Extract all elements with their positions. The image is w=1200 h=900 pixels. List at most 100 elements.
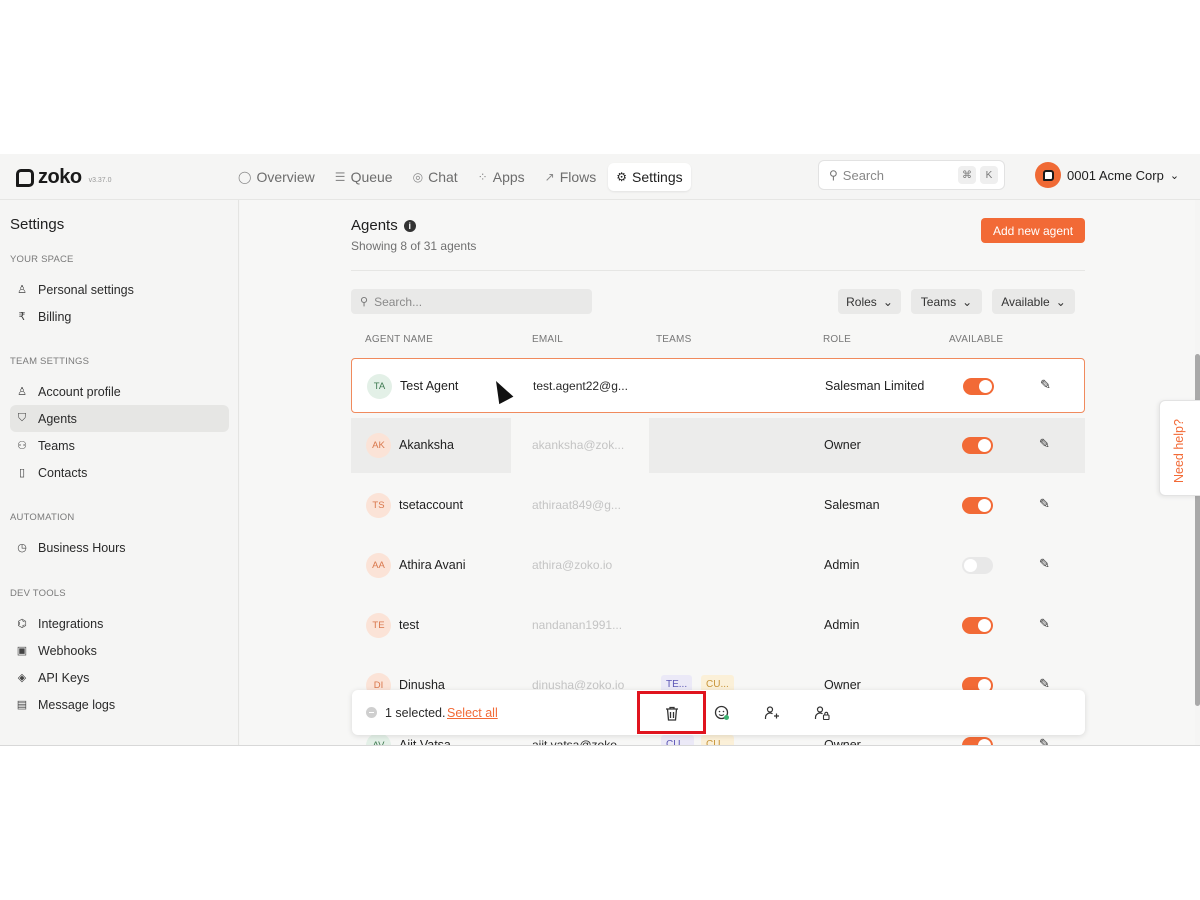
- column-header-available[interactable]: AVAILABLE: [949, 334, 1003, 345]
- page-title-text: Agents: [351, 217, 398, 234]
- agent-name: test: [399, 618, 420, 632]
- table-row[interactable]: TS tsetaccount athiraat849@g... Salesman…: [351, 478, 1085, 533]
- agent-name: Ajit Vatsa: [399, 738, 451, 746]
- sidebar-item-message-logs[interactable]: ▤ Message logs: [10, 691, 229, 718]
- sidebar-item-label: Personal settings: [38, 282, 134, 297]
- roles-filter[interactable]: Roles ⌄: [838, 289, 901, 314]
- change-role-button[interactable]: [810, 701, 834, 725]
- sidebar-item-api-keys[interactable]: ◈ API Keys: [10, 664, 229, 691]
- main-nav: ◯ Overview ☰ Queue ◎ Chat ⁘ Apps ↗ Flows…: [230, 163, 695, 191]
- filter-label: Teams: [920, 294, 957, 309]
- available-toggle[interactable]: [962, 557, 993, 574]
- edit-icon[interactable]: ✎: [1039, 436, 1050, 452]
- search-icon: ⚲: [360, 296, 369, 308]
- column-header-email[interactable]: EMAIL: [532, 334, 563, 345]
- selected-count: 1 selected.: [385, 706, 446, 720]
- user-icon: ♙: [17, 386, 27, 398]
- circle-icon: ◯: [238, 170, 252, 184]
- avatar: TA: [367, 374, 392, 399]
- top-bar: zoko v3.37.0 ◯ Overview ☰ Queue ◎ Chat ⁘…: [0, 154, 1200, 200]
- available-filter[interactable]: Available ⌄: [992, 289, 1075, 314]
- edit-icon[interactable]: ✎: [1039, 736, 1050, 745]
- sidebar-item-teams[interactable]: ⚇ Teams: [10, 432, 229, 459]
- nav-queue[interactable]: ☰ Queue: [327, 163, 401, 191]
- agent-email: athiraat849@g...: [532, 498, 621, 512]
- agent-search-input[interactable]: ⚲ Search...: [351, 289, 592, 314]
- section-automation: AUTOMATION: [10, 512, 75, 523]
- sidebar-item-personal-settings[interactable]: ♙ Personal settings: [10, 276, 229, 303]
- edit-icon[interactable]: ✎: [1039, 616, 1050, 632]
- sidebar-item-label: Account profile: [38, 384, 121, 399]
- account-switcher[interactable]: 0001 Acme Corp ⌄: [1035, 162, 1179, 188]
- nav-label: Settings: [632, 169, 683, 185]
- sidebar-item-billing[interactable]: ₹ Billing: [10, 303, 229, 330]
- settings-sidebar: Settings YOUR SPACE ♙ Personal settings …: [0, 200, 239, 745]
- available-toggle[interactable]: [962, 437, 993, 454]
- availability-button[interactable]: [710, 701, 734, 725]
- nav-flows[interactable]: ↗ Flows: [537, 163, 605, 191]
- deselect-checkbox[interactable]: [366, 707, 377, 718]
- table-row[interactable]: TA Test Agent test.agent22@g... Salesman…: [351, 358, 1085, 413]
- nav-settings[interactable]: ⚙ Settings: [608, 163, 691, 191]
- table-row[interactable]: TE test nandanan1991... Admin ✎: [351, 598, 1085, 653]
- chat-icon: ◎: [412, 170, 424, 184]
- nav-label: Queue: [350, 169, 393, 185]
- team-icon: ⚇: [17, 440, 27, 452]
- add-new-agent-button[interactable]: Add new agent: [981, 218, 1085, 243]
- bulk-action-bar: 1 selected. Select all: [352, 690, 1085, 735]
- need-help-tab[interactable]: Need help?: [1159, 400, 1200, 496]
- sidebar-item-account-profile[interactable]: ♙ Account profile: [10, 378, 229, 405]
- nav-overview[interactable]: ◯ Overview: [230, 163, 323, 191]
- table-row[interactable]: AK Akanksha akanksha@zok... Owner ✎: [351, 418, 1085, 473]
- available-toggle[interactable]: [963, 378, 994, 395]
- global-search-placeholder: Search: [842, 167, 884, 183]
- add-to-team-icon: [764, 706, 779, 719]
- agent-email: akanksha@zok...: [532, 438, 625, 452]
- sidebar-item-label: Business Hours: [38, 540, 126, 555]
- avatar: TE: [366, 613, 391, 638]
- select-all-link[interactable]: Select all: [447, 706, 498, 720]
- filter-label: Roles: [846, 294, 877, 309]
- available-toggle[interactable]: [962, 497, 993, 514]
- available-toggle[interactable]: [962, 617, 993, 634]
- filter-label: Available: [1001, 294, 1050, 309]
- app-version: v3.37.0: [88, 177, 112, 184]
- sidebar-item-contacts[interactable]: ▯ Contacts: [10, 459, 229, 486]
- global-search[interactable]: ⚲ Search ⌘ K: [818, 160, 1005, 190]
- nav-chat[interactable]: ◎ Chat: [405, 163, 466, 191]
- edit-icon[interactable]: ✎: [1040, 377, 1051, 393]
- agent-name: Test Agent: [400, 379, 459, 393]
- column-header-teams[interactable]: TEAMS: [656, 334, 691, 345]
- nav-label: Apps: [492, 169, 525, 185]
- agents-panel: Agents i Showing 8 of 31 agents Add new …: [240, 200, 1195, 746]
- edit-icon[interactable]: ✎: [1039, 556, 1050, 572]
- nav-apps[interactable]: ⁘ Apps: [470, 163, 533, 191]
- info-icon[interactable]: i: [403, 219, 416, 232]
- column-header-agent-name[interactable]: AGENT NAME: [365, 334, 433, 345]
- agent-role: Salesman: [824, 498, 880, 512]
- table-row[interactable]: AA Athira Avani athira@zoko.io Admin ✎: [351, 538, 1085, 593]
- page-title: Agents i: [351, 217, 416, 234]
- sidebar-item-business-hours[interactable]: ◷ Business Hours: [10, 534, 229, 561]
- logo-text: zoko: [38, 166, 82, 188]
- agent-name: Athira Avani: [399, 558, 466, 572]
- edit-icon[interactable]: ✎: [1039, 496, 1050, 512]
- sidebar-item-label: Agents: [38, 411, 77, 426]
- agent-email: athira@zoko.io: [532, 558, 613, 572]
- agent-role: Salesman Limited: [825, 379, 925, 393]
- teams-filter[interactable]: Teams ⌄: [911, 289, 982, 314]
- need-help-label: Need help?: [1172, 419, 1186, 483]
- column-header-role[interactable]: ROLE: [823, 334, 851, 345]
- chevron-down-icon: ⌄: [882, 294, 893, 309]
- rupee-icon: ₹: [18, 311, 26, 323]
- sidebar-item-agents[interactable]: ⛉ Agents: [10, 405, 229, 432]
- sidebar-item-label: Message logs: [38, 697, 116, 712]
- available-toggle[interactable]: [962, 737, 993, 745]
- logo[interactable]: zoko v3.37.0: [16, 166, 112, 189]
- add-to-team-button[interactable]: [760, 701, 784, 725]
- chevron-down-icon: ⌄: [1055, 294, 1066, 309]
- sidebar-item-label: Integrations: [38, 616, 104, 631]
- agent-role: Owner: [824, 438, 861, 452]
- sidebar-item-integrations[interactable]: ⌬ Integrations: [10, 610, 229, 637]
- sidebar-item-webhooks[interactable]: ▣ Webhooks: [10, 637, 229, 664]
